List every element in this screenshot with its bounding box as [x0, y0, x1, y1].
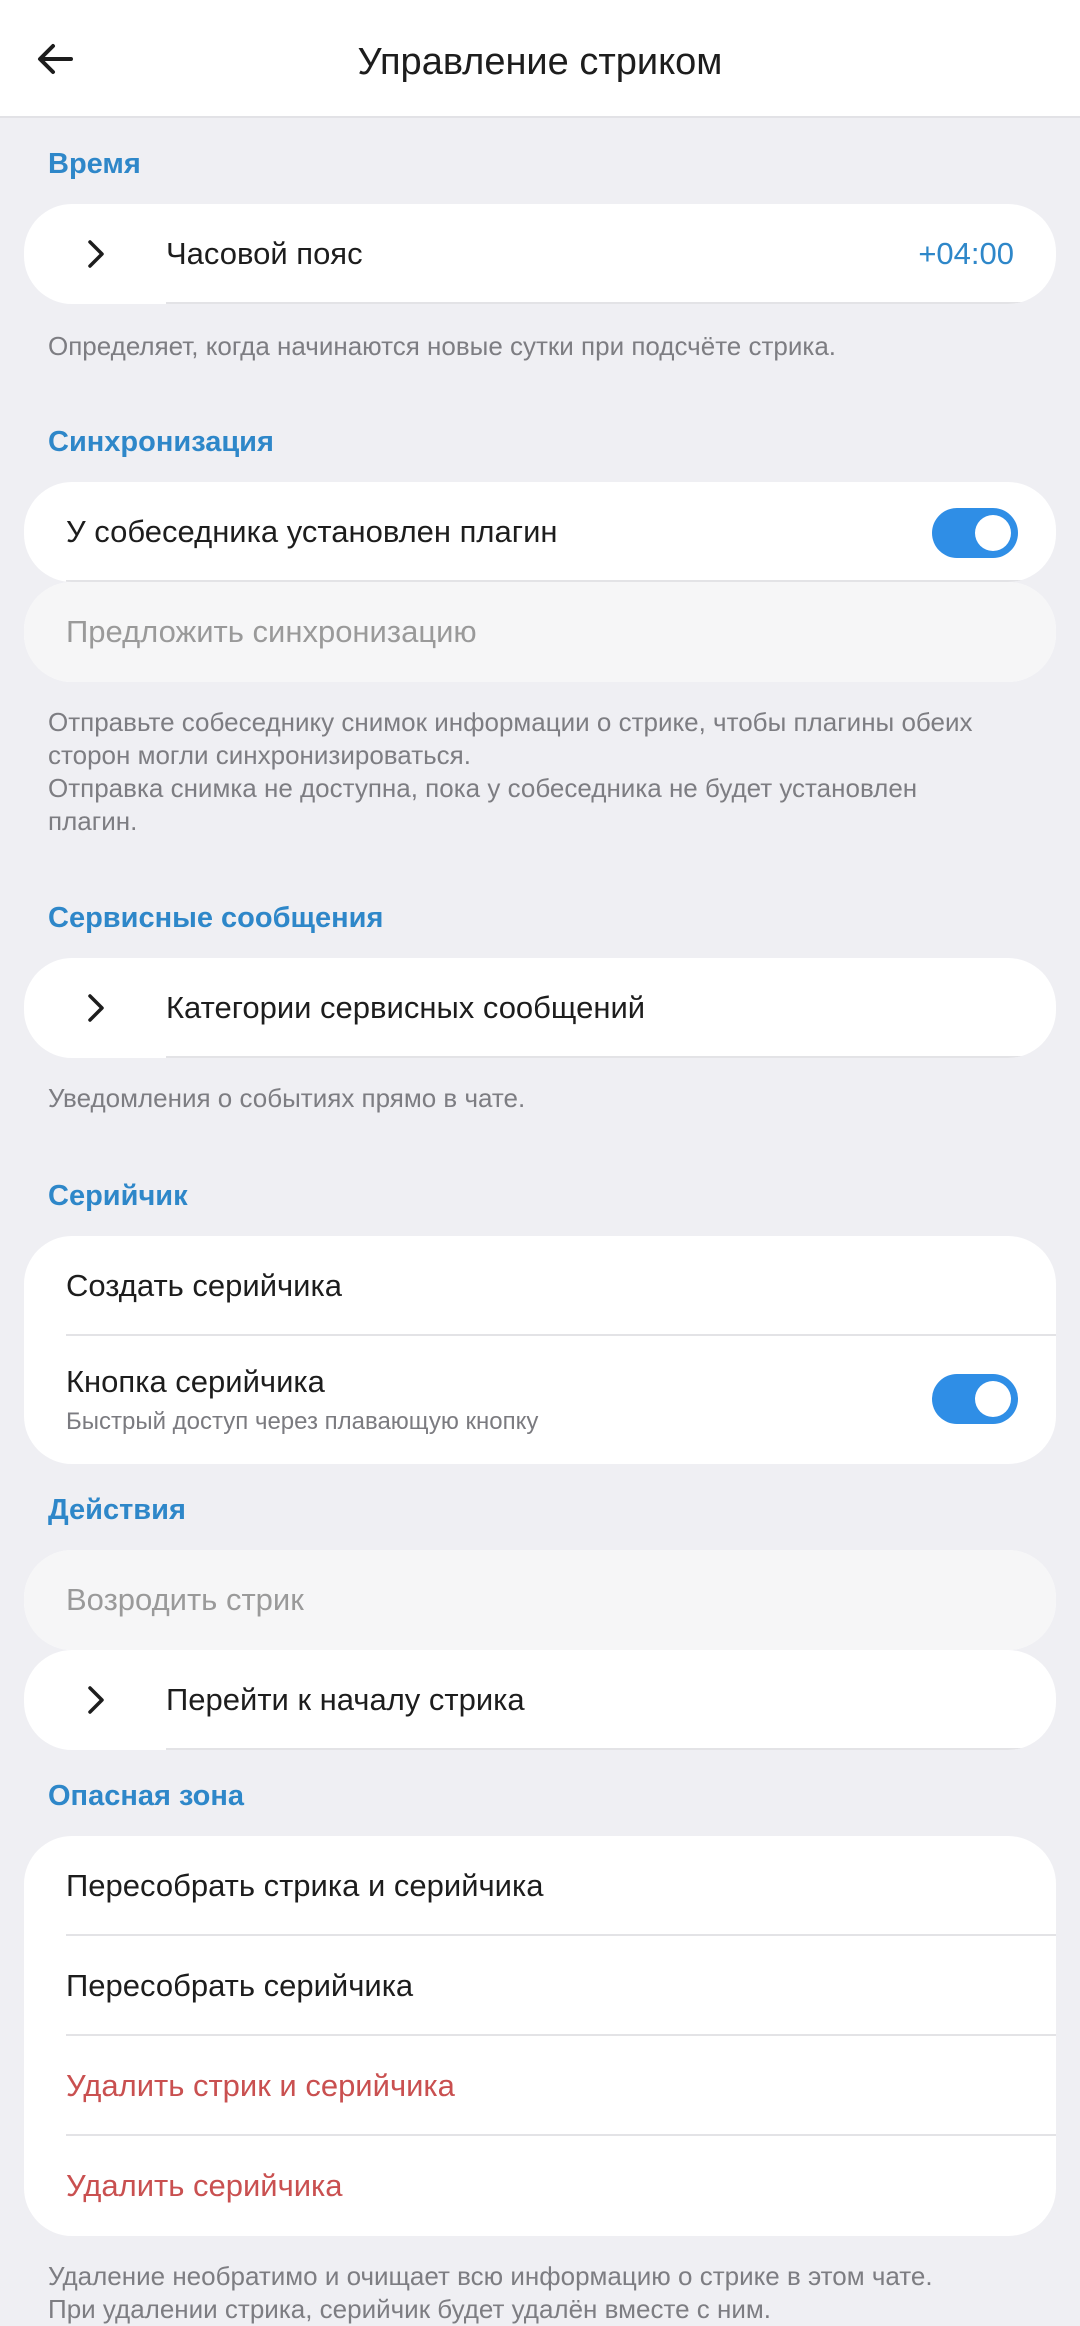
section-header-serial: Серийчик	[48, 1180, 188, 1212]
rebuild-both-row[interactable]: Пересобрать стрика и серийчика	[24, 1836, 1056, 1936]
toggle-knob	[975, 1381, 1011, 1417]
section-header-actions: Действия	[48, 1494, 186, 1526]
section-header-service: Сервисные сообщения	[48, 902, 384, 934]
service-card: Категории сервисных сообщений	[24, 958, 1056, 1058]
timezone-label: Часовой пояс	[166, 236, 363, 271]
sync-note-line: Отправьте собеседнику снимок информации …	[48, 707, 973, 737]
create-serial-row[interactable]: Создать серийчика	[24, 1236, 1056, 1336]
delete-both-row[interactable]: Удалить стрик и серийчика	[24, 2036, 1056, 2136]
chevron-right-icon	[86, 958, 106, 1058]
service-categories-label: Категории сервисных сообщений	[166, 990, 646, 1025]
sync-note-line: Отправка снимка не доступна, пока у собе…	[48, 773, 918, 803]
sync-card: У собеседника установлен плагин	[24, 482, 1056, 582]
danger-note: Удаление необратимо и очищает всю информ…	[48, 2260, 1038, 2326]
delete-both-label: Удалить стрик и серийчика	[66, 2068, 455, 2103]
goto-start-label: Перейти к началу стрика	[166, 1682, 525, 1717]
row-divider	[166, 1748, 1056, 1750]
sync-note-line: сторон могли синхронизироваться.	[48, 740, 471, 770]
plugin-installed-toggle[interactable]	[932, 508, 1018, 558]
service-note: Уведомления о событиях прямо в чате.	[48, 1083, 526, 1113]
sync-note: Отправьте собеседнику снимок информации …	[48, 706, 1038, 838]
toggle-knob	[975, 515, 1011, 551]
serial-button-label: Кнопка серийчика	[66, 1364, 325, 1399]
section-header-danger: Опасная зона	[48, 1780, 245, 1812]
sync-note-line: плагин.	[48, 806, 138, 836]
chevron-right-icon	[86, 1650, 106, 1750]
create-serial-label: Создать серийчика	[66, 1268, 342, 1303]
offer-sync-card: Предложить синхронизацию	[24, 582, 1056, 682]
goto-start-row[interactable]: Перейти к началу стрика	[24, 1650, 1056, 1750]
serial-button-subtitle: Быстрый доступ через плавающую кнопку	[66, 1408, 539, 1435]
serial-button-text: Кнопка серийчика Быстрый доступ через пл…	[66, 1364, 538, 1436]
rebuild-serial-row[interactable]: Пересобрать серийчика	[24, 1936, 1056, 2036]
rebuild-both-label: Пересобрать стрика и серийчика	[66, 1868, 544, 1903]
top-app-bar: Управление стриком	[0, 0, 1080, 118]
plugin-installed-row[interactable]: У собеседника установлен плагин	[24, 482, 1056, 582]
serial-card: Создать серийчика Кнопка серийчика Быстр…	[24, 1236, 1056, 1464]
plugin-installed-label: У собеседника установлен плагин	[66, 514, 558, 549]
serial-button-row[interactable]: Кнопка серийчика Быстрый доступ через пл…	[24, 1336, 1056, 1464]
revive-card: Возродить стрик	[24, 1550, 1056, 1650]
chevron-right-icon	[86, 204, 106, 304]
service-categories-row[interactable]: Категории сервисных сообщений	[24, 958, 1056, 1058]
danger-note-line: При удалении стрика, серийчик будет удал…	[48, 2294, 771, 2324]
time-note: Определяет, когда начинаются новые сутки…	[48, 331, 837, 361]
delete-serial-label: Удалить серийчика	[66, 2168, 343, 2203]
revive-streak-row[interactable]: Возродить стрик	[24, 1550, 1056, 1650]
row-divider	[166, 1056, 1056, 1058]
row-divider	[166, 302, 1056, 304]
rebuild-serial-label: Пересобрать серийчика	[66, 1968, 414, 2003]
section-header-time: Время	[48, 148, 141, 180]
delete-serial-row[interactable]: Удалить серийчика	[24, 2136, 1056, 2236]
danger-card: Пересобрать стрика и серийчика Пересобра…	[24, 1836, 1056, 2236]
offer-sync-row[interactable]: Предложить синхронизацию	[24, 582, 1056, 682]
time-card: Часовой пояс +04:00	[24, 204, 1056, 304]
serial-button-toggle[interactable]	[932, 1374, 1018, 1424]
page-title: Управление стриком	[357, 41, 723, 83]
goto-start-card: Перейти к началу стрика	[24, 1650, 1056, 1750]
danger-note-line: Удаление необратимо и очищает всю информ…	[48, 2261, 933, 2291]
timezone-row[interactable]: Часовой пояс +04:00	[24, 204, 1056, 304]
section-header-sync: Синхронизация	[48, 426, 274, 458]
timezone-value: +04:00	[918, 236, 1014, 271]
